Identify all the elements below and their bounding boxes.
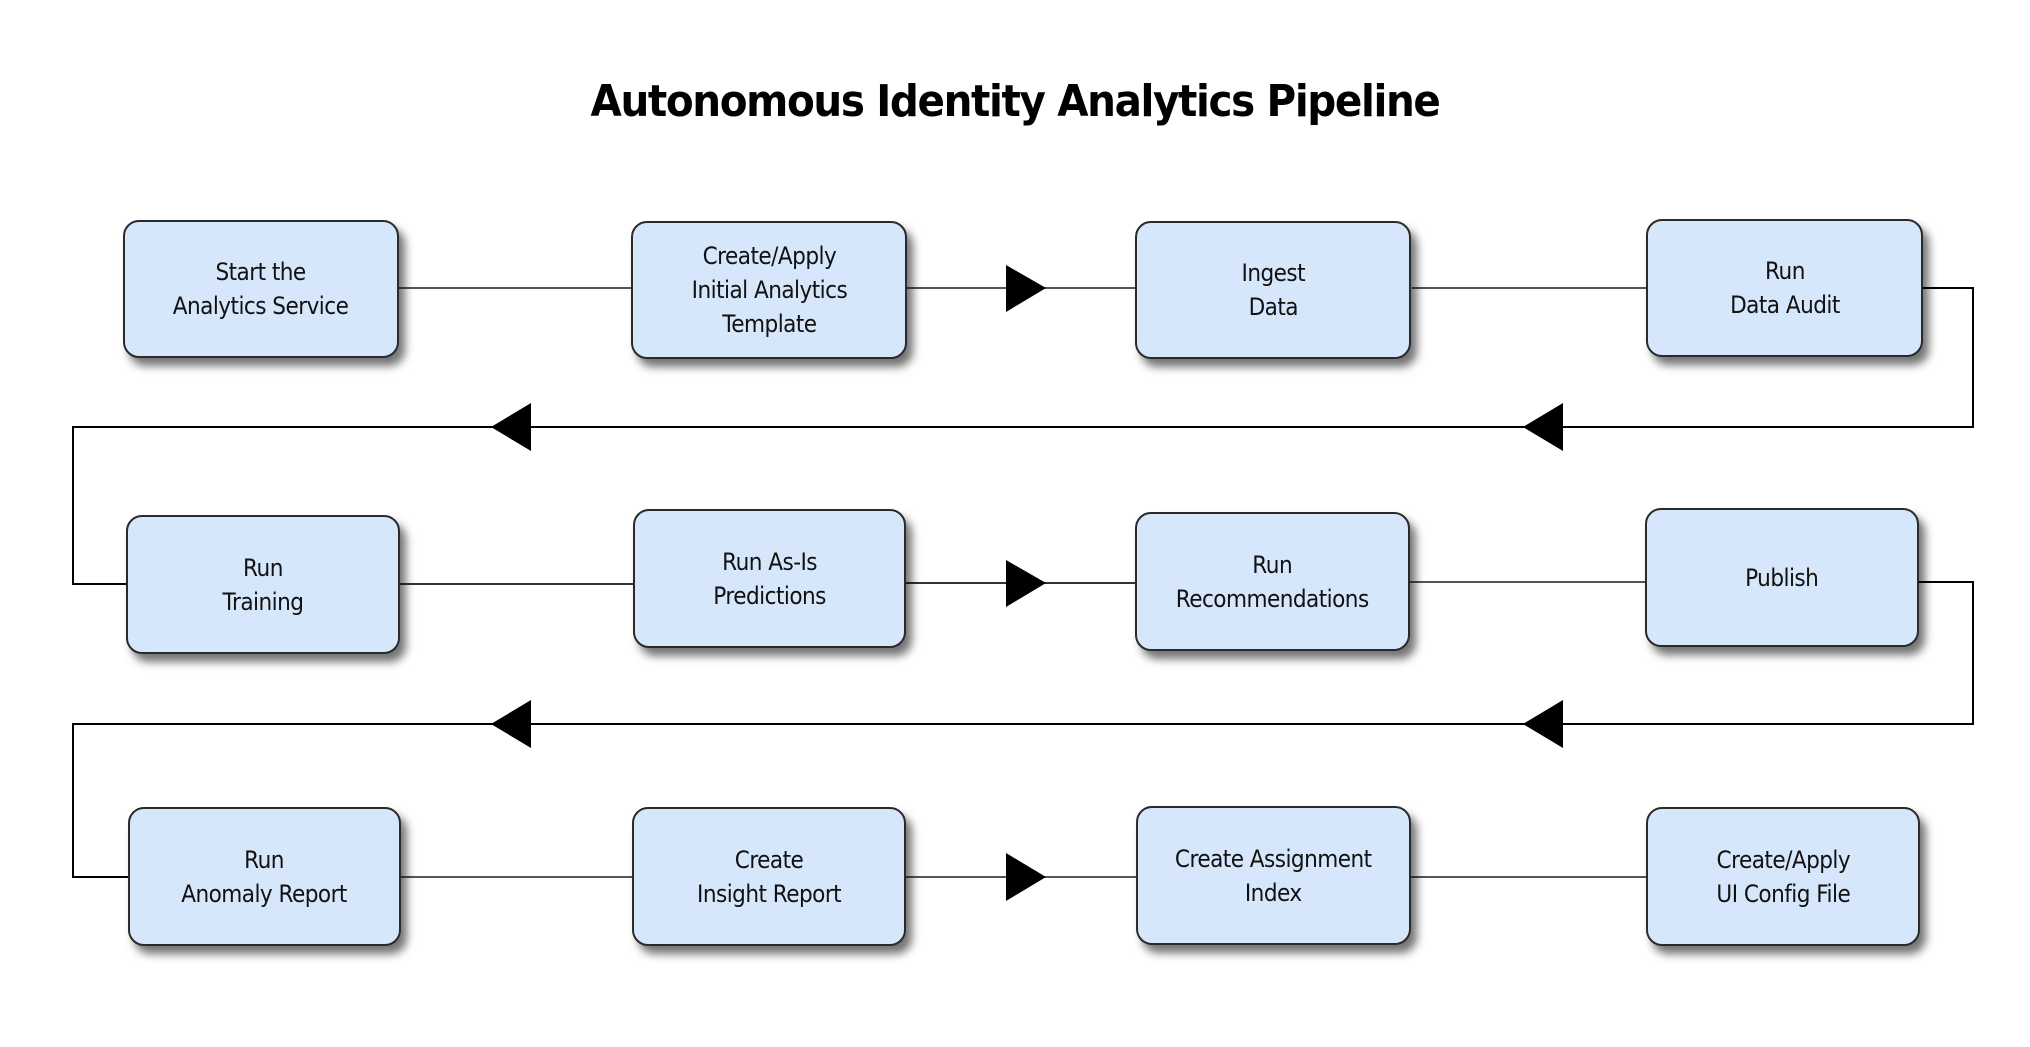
arrow-right-icon (1006, 853, 1046, 901)
arrow-right-icon (1006, 265, 1046, 312)
node-run-training[interactable]: Run Training (126, 515, 400, 654)
node-run-recommendations[interactable]: Run Recommendations (1135, 512, 1410, 651)
node-label: Start the Analytics Service (173, 258, 349, 320)
node-create-apply-ui-config-file[interactable]: Create/Apply UI Config File (1646, 807, 1920, 946)
node-label: Run Anomaly Report (181, 845, 348, 908)
node-label: Run Data Audit (1729, 257, 1840, 319)
arrow-left-icon (1523, 700, 1563, 748)
node-label: Create Insight Report (696, 845, 842, 908)
node-create-apply-initial-analytics-template[interactable]: Create/Apply Initial Analytics Template (631, 221, 907, 359)
node-run-as-is-predictions[interactable]: Run As-Is Predictions (633, 509, 906, 648)
node-ingest-data[interactable]: Ingest Data (1135, 221, 1411, 359)
node-label: Run Training (222, 553, 304, 616)
node-label: Create Assignment Index (1175, 844, 1372, 907)
node-run-anomaly-report[interactable]: Run Anomaly Report (128, 807, 401, 946)
arrow-right-icon (1006, 560, 1046, 607)
node-publish[interactable]: Publish (1645, 508, 1919, 647)
node-label: Ingest Data (1241, 259, 1305, 321)
node-start-analytics-service[interactable]: Start the Analytics Service (123, 220, 399, 358)
node-label: Run As-Is Predictions (713, 547, 826, 610)
node-label: Create/Apply UI Config File (1716, 845, 1850, 908)
node-create-insight-report[interactable]: Create Insight Report (632, 807, 906, 946)
node-label: Create/Apply Initial Analytics Template (691, 242, 847, 338)
arrow-left-icon (491, 700, 531, 748)
arrow-left-icon (491, 403, 531, 451)
node-create-assignment-index[interactable]: Create Assignment Index (1136, 806, 1411, 945)
node-label: Run Recommendations (1176, 550, 1370, 613)
node-label: Publish (1745, 563, 1819, 592)
node-run-data-audit[interactable]: Run Data Audit (1646, 219, 1923, 357)
arrow-left-icon (1523, 403, 1563, 451)
